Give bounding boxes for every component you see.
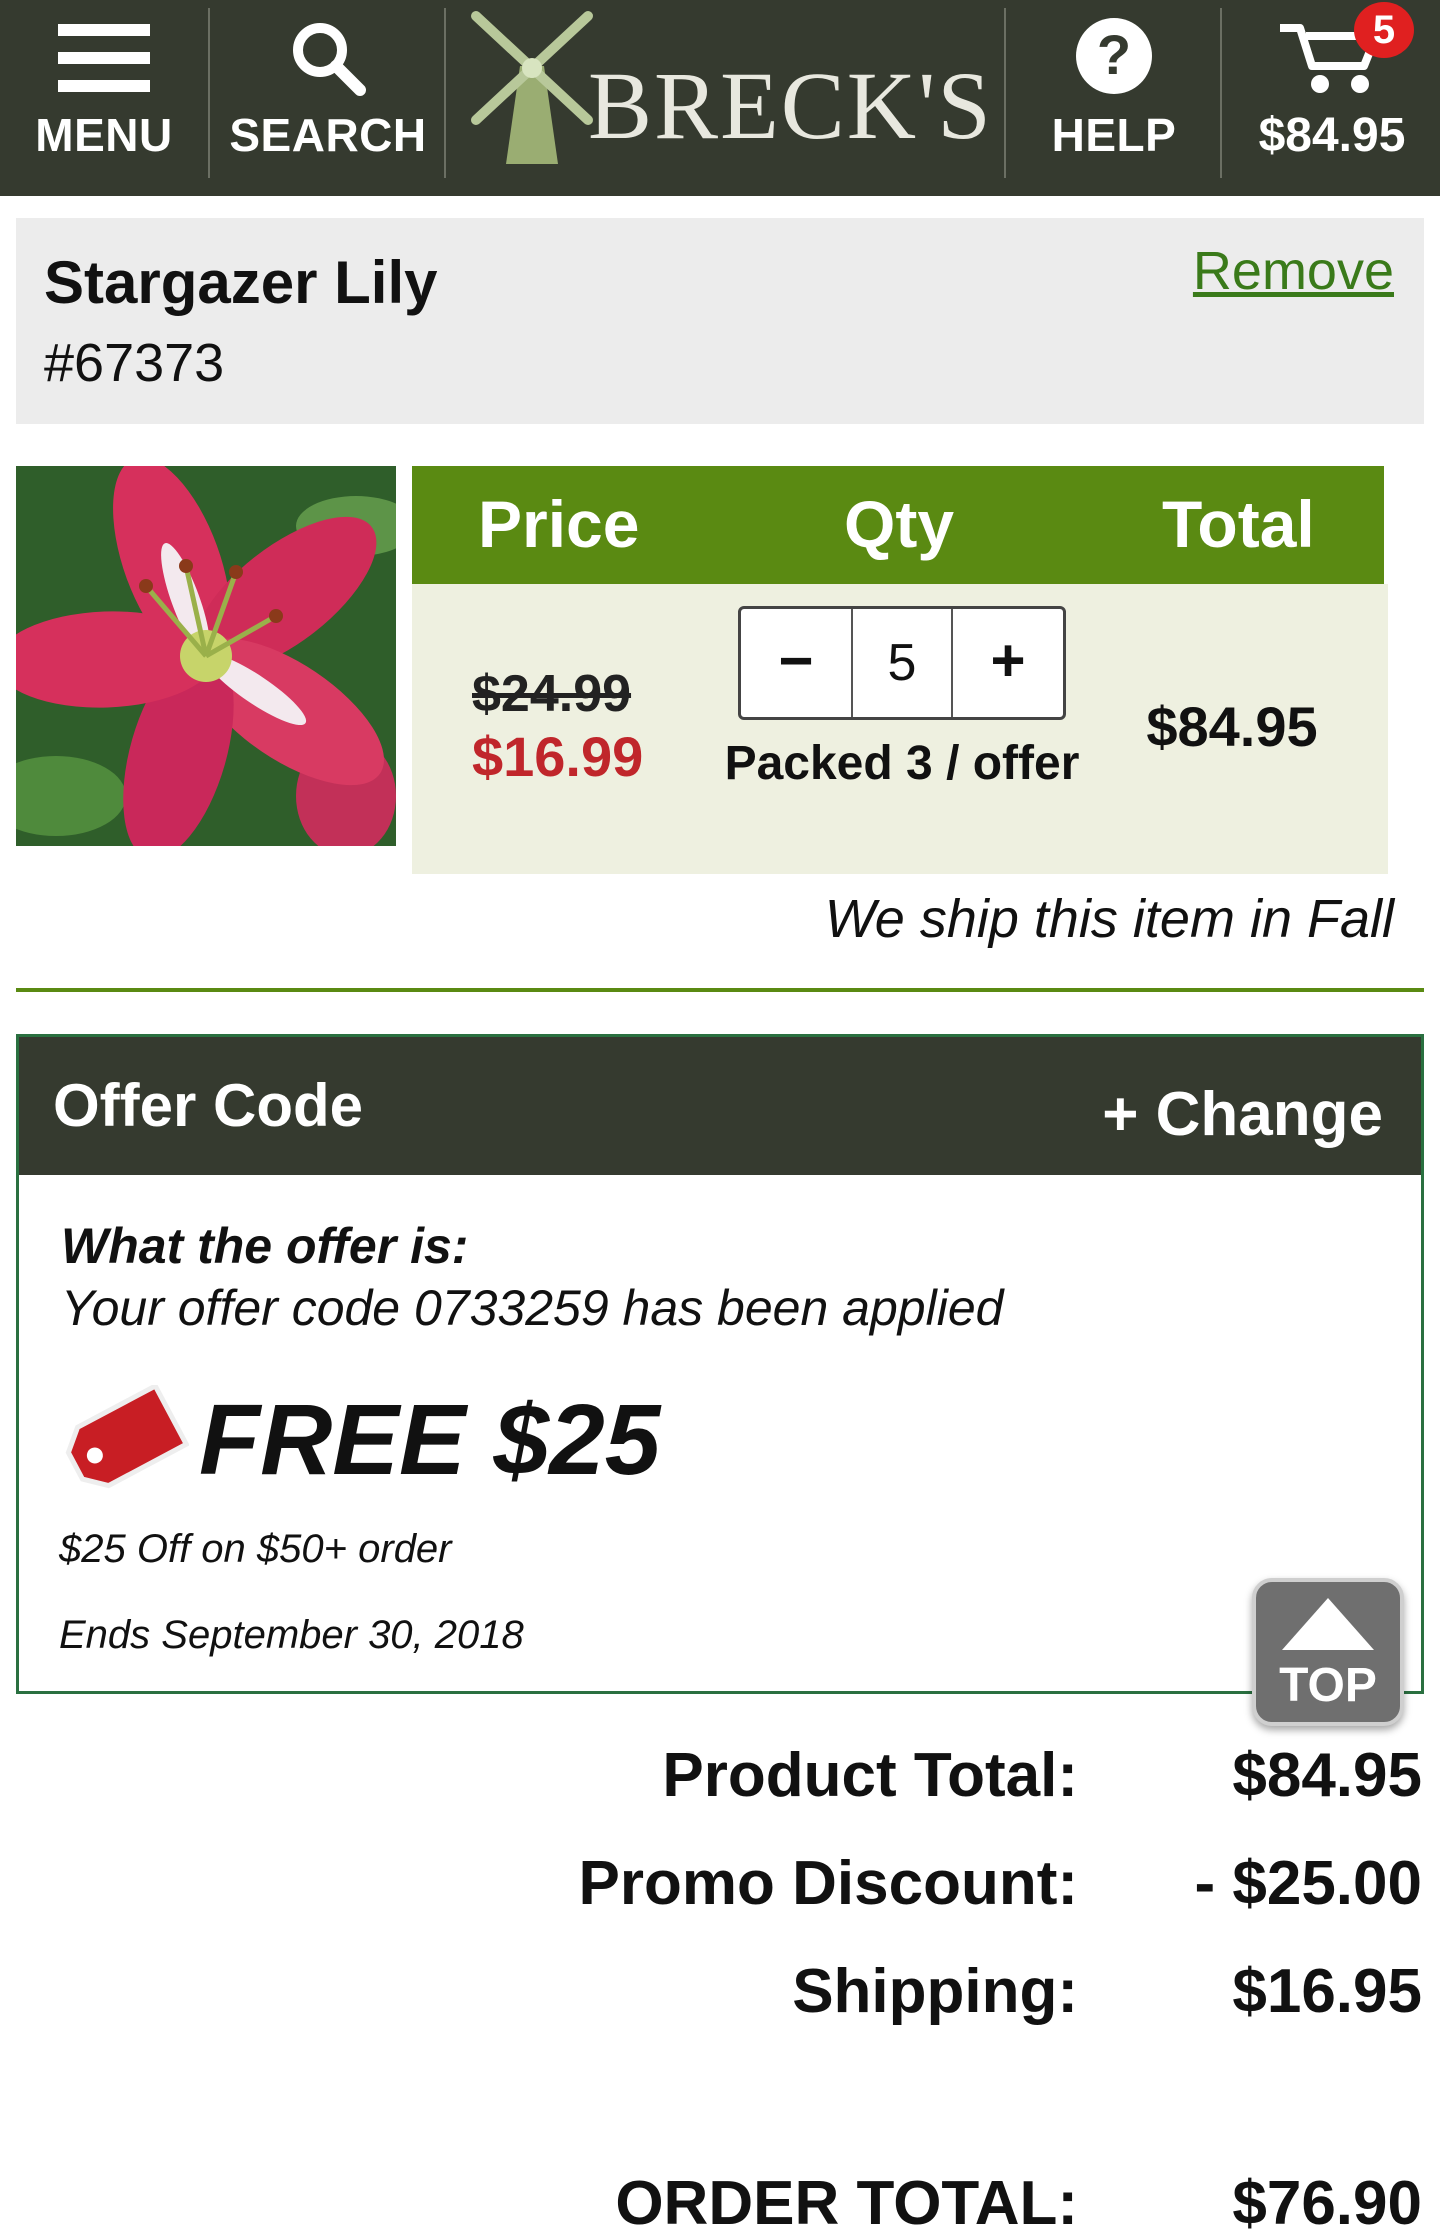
product-image[interactable]	[16, 466, 396, 846]
shipping-season-note: We ship this item in Fall	[824, 889, 1394, 949]
quantity-input[interactable]: 5	[853, 609, 951, 717]
header-divider	[1004, 8, 1006, 178]
promo-discount-label: Promo Discount:	[578, 1849, 1078, 1918]
offer-amount: FREE $25	[199, 1384, 661, 1496]
offer-question: What the offer is:	[61, 1218, 469, 1274]
header-divider	[444, 8, 446, 178]
header-divider	[208, 8, 210, 178]
offer-code-title: Offer Code	[53, 1072, 364, 1139]
product-total-value: $84.95	[1232, 1741, 1422, 1810]
remove-link[interactable]: Remove	[1193, 240, 1394, 302]
cart-item-header: Stargazer Lily #67373 Remove	[16, 218, 1424, 424]
menu-label: MENU	[35, 109, 173, 161]
arrow-up-icon	[1282, 1598, 1374, 1650]
order-total-label: ORDER TOTAL:	[615, 2169, 1078, 2238]
help-button[interactable]: ? HELP	[1008, 0, 1220, 196]
price-tag-icon	[65, 1385, 189, 1489]
order-total-value: $76.90	[1232, 2169, 1422, 2238]
help-icon: ?	[1076, 18, 1152, 94]
back-to-top-label: TOP	[1279, 1659, 1377, 1712]
offer-code-panel: Offer Code + Change What the offer is: Y…	[16, 1034, 1424, 1694]
back-to-top-button[interactable]: TOP	[1252, 1578, 1404, 1726]
original-price: $24.99	[472, 665, 632, 723]
line-total: $84.95	[1146, 695, 1318, 758]
brecks-logo[interactable]: BRECK'S	[448, 0, 1004, 196]
decrease-qty-button[interactable]: −	[741, 609, 853, 717]
section-divider	[16, 988, 1424, 992]
lily-flower-image	[16, 466, 396, 846]
hamburger-icon	[58, 24, 150, 92]
top-nav-bar: MENU SEARCH BRECK'S ? HELP 5 $84.95	[0, 0, 1440, 196]
change-offer-button[interactable]: + Change	[1102, 1079, 1383, 1150]
cart-count-badge: 5	[1354, 2, 1414, 58]
search-icon	[293, 23, 366, 96]
offer-end-date: Ends September 30, 2018	[59, 1613, 524, 1657]
windmill-logo-icon	[471, 11, 593, 164]
offer-code-header: Offer Code + Change	[19, 1037, 1421, 1175]
cart-total: $84.95	[1258, 109, 1406, 162]
qty-column-header: Qty	[844, 487, 955, 561]
svg-text:?: ?	[1097, 23, 1131, 86]
search-button[interactable]: SEARCH	[212, 0, 444, 196]
price-table-header: Price Qty Total	[412, 466, 1384, 584]
shipping-label: Shipping:	[792, 1957, 1078, 2026]
price-table-row: $24.99 $16.99 − 5 + Packed 3 / offer $84…	[412, 584, 1388, 874]
product-total-label: Product Total:	[662, 1741, 1078, 1810]
increase-qty-button[interactable]: +	[951, 609, 1063, 717]
offer-applied-message: Your offer code 0733259 has been applied	[61, 1280, 1004, 1336]
help-label: HELP	[1051, 109, 1177, 161]
offer-description: $25 Off on $50+ order	[59, 1527, 452, 1571]
brand-name: BRECK'S	[588, 52, 993, 159]
header-divider	[1220, 8, 1222, 178]
product-name: Stargazer Lily	[44, 249, 438, 316]
search-label: SEARCH	[229, 109, 427, 161]
promo-discount-value: - $25.00	[1194, 1849, 1422, 1918]
shipping-value: $16.95	[1232, 1957, 1422, 2026]
price-column-header: Price	[478, 487, 640, 561]
pack-size-note: Packed 3 / offer	[724, 737, 1080, 790]
product-number: #67373	[44, 333, 225, 393]
quantity-stepper: − 5 +	[738, 606, 1066, 720]
cart-button[interactable]: 5 $84.95	[1224, 0, 1440, 196]
total-column-header: Total	[1162, 487, 1315, 561]
menu-button[interactable]: MENU	[0, 0, 208, 196]
sale-price: $16.99	[472, 725, 644, 788]
